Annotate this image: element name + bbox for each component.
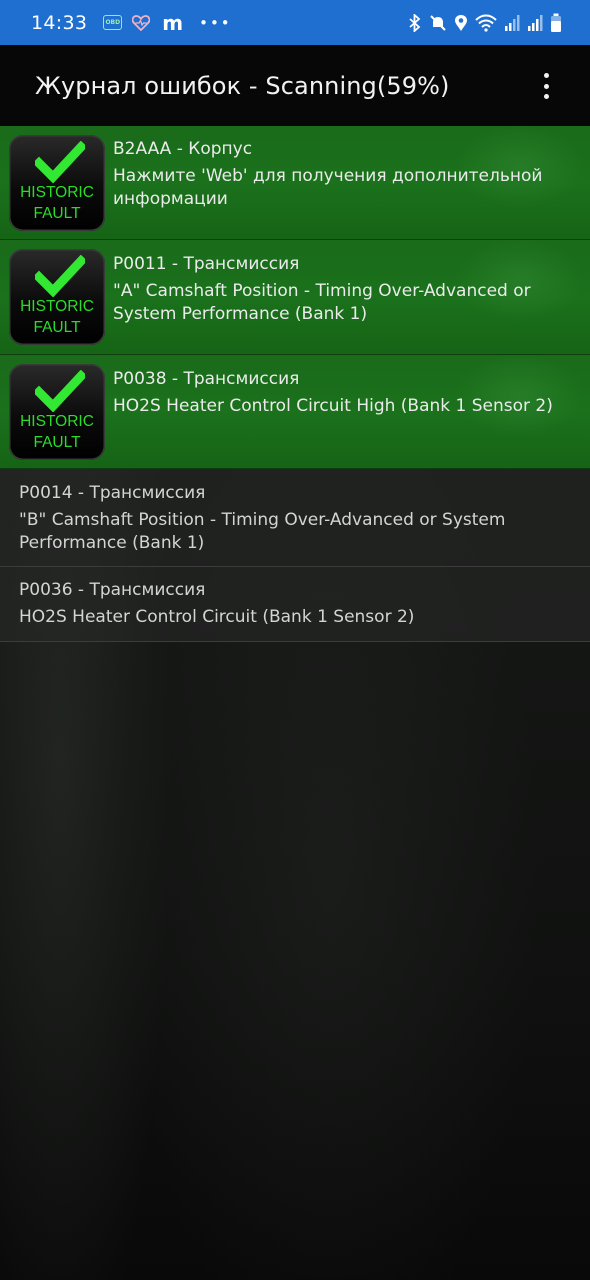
- fault-text: P0011 - Трансмиссия "A" Camshaft Positio…: [113, 252, 574, 326]
- fault-description: Нажмите 'Web' для получения дополнительн…: [113, 166, 543, 209]
- wifi-icon: [475, 14, 497, 32]
- heart-icon: [132, 14, 151, 31]
- battery-icon: [551, 13, 561, 32]
- fault-text: P0036 - Трансмиссия HO2S Heater Control …: [19, 578, 564, 629]
- check-mark-icon: [35, 141, 85, 183]
- badge-label-historic: HISTORIC: [20, 298, 94, 315]
- app-screen: 14:33 OBD m ••• Журнал ошибок - Scanning…: [0, 0, 590, 1280]
- fault-description: "B" Camshaft Position - Timing Over-Adva…: [19, 510, 506, 553]
- signal-icon-2: [528, 14, 543, 31]
- mute-icon: [430, 14, 446, 31]
- fault-row-p0014[interactable]: P0014 - Трансмиссия "B" Camshaft Positio…: [0, 469, 590, 567]
- fault-code-title: P0036 - Трансмиссия: [19, 580, 206, 600]
- historic-fault-badge: HISTORIC FAULT: [9, 364, 105, 460]
- obd-icon: OBD: [103, 15, 123, 30]
- fault-code-title: P0014 - Трансмиссия: [19, 483, 206, 503]
- check-mark-icon: [35, 370, 85, 412]
- fault-description: HO2S Heater Control Circuit (Bank 1 Sens…: [19, 607, 415, 627]
- signal-icon: [505, 14, 520, 31]
- status-time: 14:33: [31, 11, 88, 34]
- status-bar: 14:33 OBD m •••: [0, 0, 590, 45]
- badge-label-fault: FAULT: [33, 434, 81, 451]
- more-dots-icon: •••: [199, 13, 232, 32]
- check-mark-icon: [35, 255, 85, 297]
- location-icon: [455, 14, 467, 31]
- fault-row-p0038[interactable]: HISTORIC FAULT P0038 - Трансмиссия HO2S …: [0, 355, 590, 469]
- fault-row-p0011[interactable]: HISTORIC FAULT P0011 - Трансмиссия "A" C…: [0, 240, 590, 355]
- badge-label-historic: HISTORIC: [20, 413, 94, 430]
- fault-code-title: B2AAA - Корпус: [113, 139, 253, 159]
- fault-row-b2aaa[interactable]: HISTORIC FAULT B2AAA - Корпус Нажмите 'W…: [0, 126, 590, 240]
- fault-code-title: P0038 - Трансмиссия: [113, 369, 300, 389]
- page-title: Журнал ошибок - Scanning(59%): [35, 71, 450, 100]
- fault-list: HISTORIC FAULT B2AAA - Корпус Нажмите 'W…: [0, 126, 590, 642]
- historic-fault-badge: HISTORIC FAULT: [9, 249, 105, 345]
- badge-label-fault: FAULT: [33, 319, 81, 336]
- fault-text: P0038 - Трансмиссия HO2S Heater Control …: [113, 367, 574, 418]
- fault-text: P0014 - Трансмиссия "B" Camshaft Positio…: [19, 481, 564, 555]
- overflow-menu-icon[interactable]: [532, 72, 560, 100]
- fault-description: "A" Camshaft Position - Timing Over-Adva…: [113, 281, 531, 324]
- badge-label-fault: FAULT: [33, 205, 81, 222]
- system-icons: [408, 13, 562, 33]
- badge-label-historic: HISTORIC: [20, 184, 94, 201]
- notification-icons: OBD m •••: [103, 11, 231, 35]
- fault-row-p0036[interactable]: P0036 - Трансмиссия HO2S Heater Control …: [0, 567, 590, 642]
- historic-fault-badge: HISTORIC FAULT: [9, 135, 105, 231]
- app-bar: Журнал ошибок - Scanning(59%): [0, 45, 590, 126]
- m-icon: m: [162, 10, 184, 35]
- fault-text: B2AAA - Корпус Нажмите 'Web' для получен…: [113, 137, 574, 211]
- bluetooth-icon: [409, 13, 421, 32]
- fault-code-title: P0011 - Трансмиссия: [113, 254, 300, 274]
- fault-description: HO2S Heater Control Circuit High (Bank 1…: [113, 396, 553, 416]
